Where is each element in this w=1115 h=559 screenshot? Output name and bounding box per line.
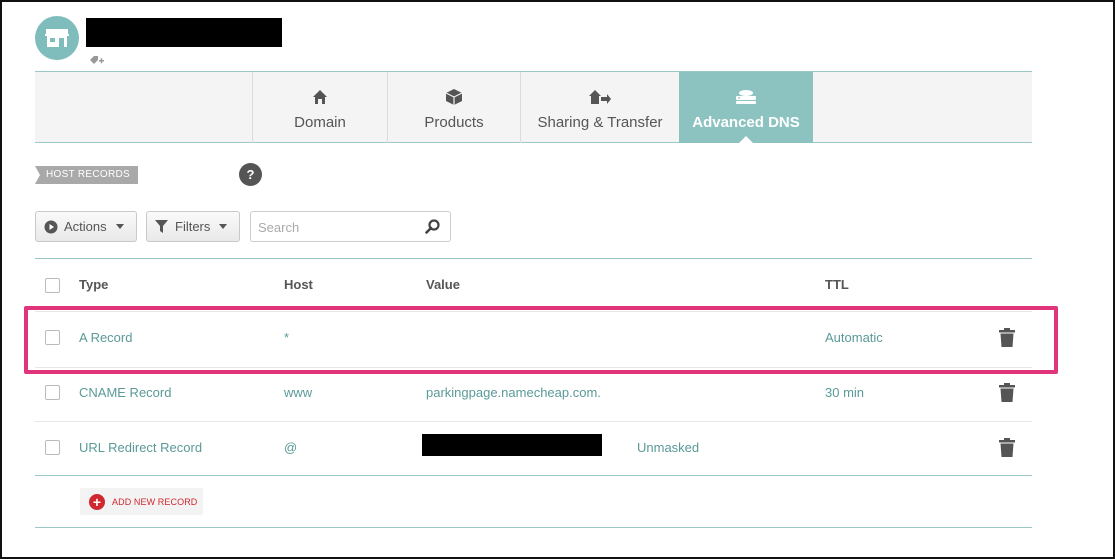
select-all-checkbox[interactable]: [45, 278, 60, 293]
column-header-host: Host: [284, 277, 313, 292]
store-avatar-icon: [35, 16, 79, 60]
tab-label: Advanced DNS: [692, 114, 800, 131]
share-transfer-icon: [589, 86, 611, 108]
chevron-down-icon: [115, 224, 124, 229]
tab-sharing-transfer[interactable]: Sharing & Transfer: [520, 72, 679, 143]
row-checkbox[interactable]: [45, 385, 60, 400]
redacted-domain-name: [86, 18, 282, 47]
filters-label: Filters: [175, 219, 211, 234]
redirect-mode[interactable]: Unmasked: [637, 440, 699, 455]
search-box: [250, 211, 451, 242]
tab-label: Domain: [294, 114, 346, 131]
record-type[interactable]: URL Redirect Record: [79, 440, 202, 455]
tab-label: Products: [424, 114, 484, 131]
help-icon[interactable]: ?: [239, 163, 262, 186]
tab-label: Sharing & Transfer: [537, 114, 663, 131]
search-icon[interactable]: [425, 219, 440, 239]
tag-add-icon[interactable]: [90, 53, 104, 71]
tab-products[interactable]: Products: [387, 72, 520, 143]
actions-dropdown[interactable]: Actions: [35, 211, 137, 242]
record-host[interactable]: @: [284, 440, 297, 455]
plus-circle-icon: +: [89, 493, 105, 510]
chevron-down-icon: [219, 224, 228, 229]
trash-icon[interactable]: [999, 383, 1015, 407]
table-bottom-rule: [35, 475, 1032, 476]
table-top-rule: [35, 258, 1032, 259]
section-bottom-rule: [35, 527, 1032, 528]
screenshot-frame: Domain Products Sharing & Transfer Advan…: [0, 0, 1115, 559]
tab-advanced-dns[interactable]: Advanced DNS: [679, 72, 813, 144]
trash-icon[interactable]: [999, 438, 1015, 462]
column-header-type: Type: [79, 277, 109, 292]
home-icon: [312, 86, 328, 108]
row-checkbox[interactable]: [45, 440, 60, 455]
host-records-label: HOST RECORDS: [35, 166, 138, 184]
box-icon: [445, 86, 463, 108]
play-circle-icon: [44, 220, 58, 234]
record-value[interactable]: parkingpage.namecheap.com.: [426, 385, 601, 400]
search-input[interactable]: [258, 218, 418, 236]
add-new-record-button[interactable]: + ADD NEW RECORD: [80, 488, 203, 515]
redacted-redirect-url: [422, 434, 602, 456]
domain-tab-bar: Domain Products Sharing & Transfer Advan…: [35, 71, 1032, 144]
row-divider: [35, 421, 1032, 422]
dns-server-icon: [735, 86, 757, 108]
record-ttl[interactable]: 30 min: [825, 385, 864, 400]
tab-domain[interactable]: Domain: [252, 72, 387, 143]
add-record-label: ADD NEW RECORD: [112, 496, 198, 507]
record-type[interactable]: CNAME Record: [79, 385, 171, 400]
filters-dropdown[interactable]: Filters: [146, 211, 240, 242]
column-header-value: Value: [426, 277, 460, 292]
record-host[interactable]: www: [284, 385, 312, 400]
row-highlight-annotation: [24, 306, 1058, 374]
filter-funnel-icon: [155, 220, 168, 233]
actions-label: Actions: [64, 219, 107, 234]
column-header-ttl: TTL: [825, 277, 849, 292]
